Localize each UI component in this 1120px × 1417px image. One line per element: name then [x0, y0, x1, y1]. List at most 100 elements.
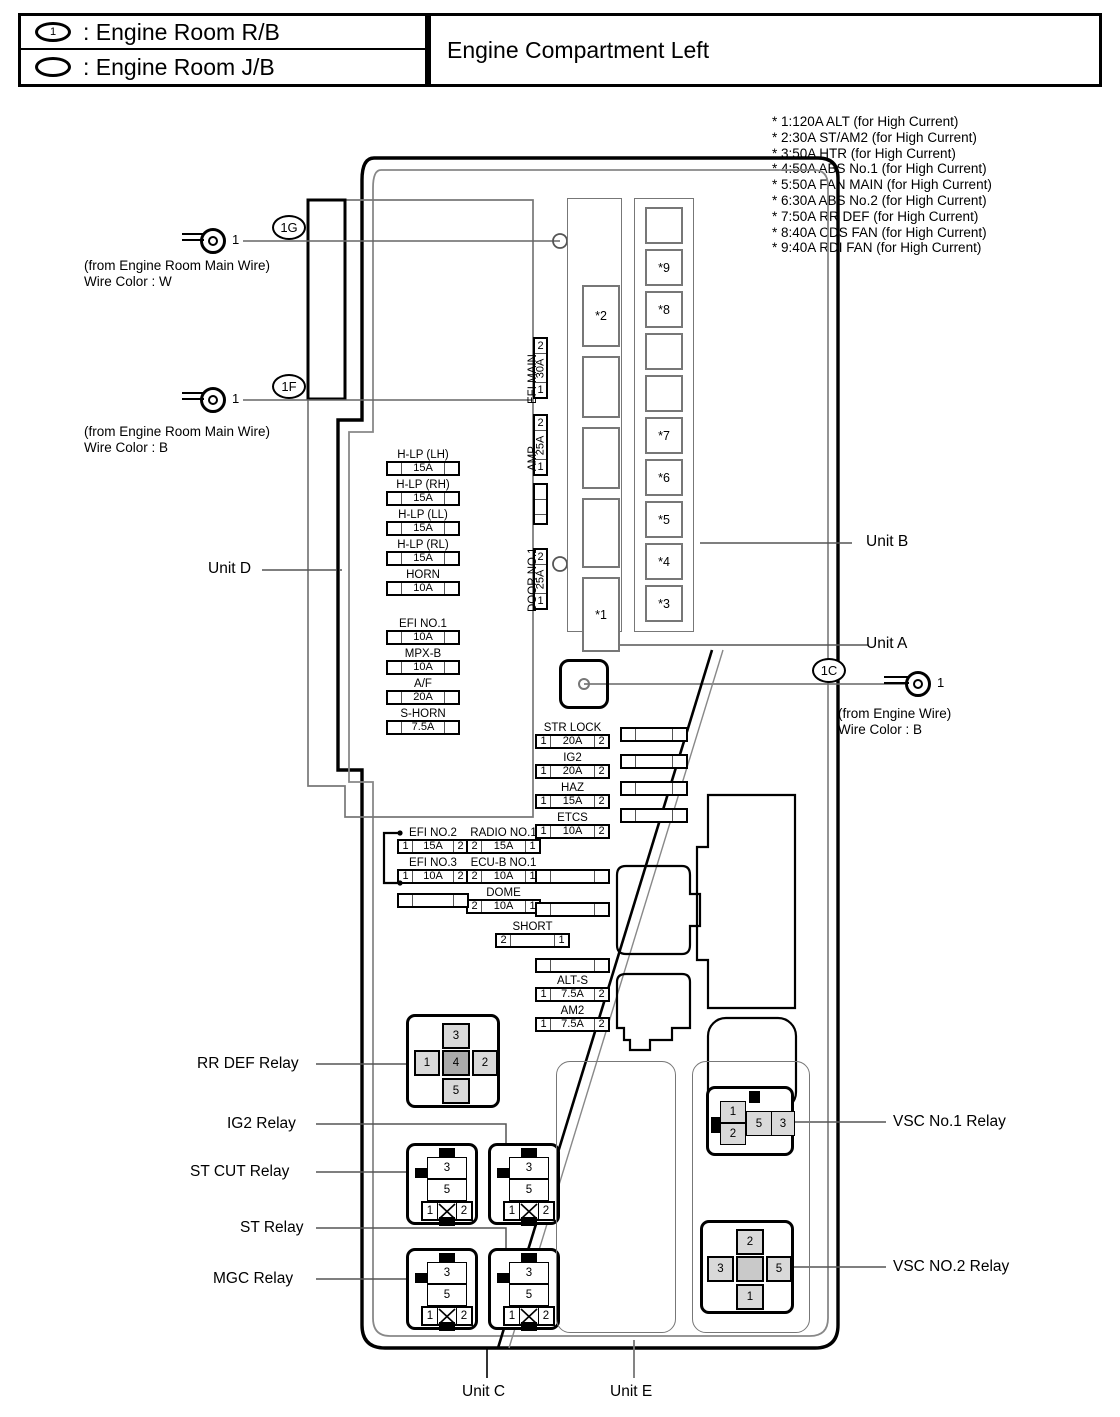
unit-b-slot[interactable]: *9: [645, 249, 683, 286]
relay-tab-bottom-icon: [439, 1322, 455, 1331]
spare-fuse-slot-alt: [535, 958, 610, 973]
spare-fuse-slot[interactable]: [620, 727, 688, 742]
fuse-terminal-right: [444, 493, 458, 504]
fuse-rating: [636, 729, 672, 740]
relay-tab-bottom-icon: [521, 1217, 537, 1226]
connector-1c-wirecolor: Wire Color : B: [838, 722, 923, 737]
spare-fuse-slot[interactable]: [620, 754, 688, 769]
center-fuse-group-col3: STR LOCK 1 20A 2 IG2 1 20A 2 HAZ 1 15A 2 ETCS 1 10A 2: [535, 722, 610, 842]
fuse-terminal-right: [444, 662, 458, 673]
fuse-terminal-left: [622, 729, 636, 740]
unit-a-slot[interactable]: [582, 498, 620, 568]
spare-fuse-slot[interactable]: [620, 808, 688, 823]
relay-vsc-no2[interactable]: 2 3 5 1: [700, 1220, 794, 1314]
spare-fuse-slot[interactable]: [620, 781, 688, 796]
spare-fuse-slot-left: [397, 893, 469, 908]
relay-pin-4: 4: [442, 1050, 470, 1076]
unit-c-label: Unit C: [462, 1383, 506, 1400]
unit-b-slot[interactable]: *7: [645, 417, 683, 454]
fuse-slot[interactable]: HORN 10A: [386, 569, 460, 596]
fuse-terminal-left: [388, 722, 402, 733]
fuse-rating: 15A: [413, 522, 433, 534]
fuse-slot[interactable]: A/F 20A: [386, 678, 460, 705]
unit-a-slot[interactable]: [582, 356, 620, 418]
fuse-slot[interactable]: STR LOCK 1 20A 2: [535, 722, 610, 749]
fuse-label: HORN: [406, 569, 440, 581]
unit-a-label: Unit A: [866, 635, 908, 652]
fuse-slot[interactable]: HAZ 1 15A 2: [535, 782, 610, 809]
unit-a-slot[interactable]: *2: [582, 285, 620, 347]
fuse-terminal-right: 1: [525, 841, 539, 852]
fuse-rating: [636, 810, 672, 821]
fuse-slot[interactable]: DOME 2 10A 1: [466, 887, 541, 914]
fuse-slot[interactable]: H-LP (LH) 15A: [386, 449, 460, 476]
fuse-slot[interactable]: ECU-B NO.1 2 10A 1: [466, 857, 541, 884]
fuse-rating: 10A: [493, 900, 514, 912]
fuse-label: H-LP (RL): [397, 539, 449, 551]
fuse-terminal-right: 2: [453, 841, 467, 852]
fuse-slot[interactable]: ALT-S 1 7.5A 2: [535, 975, 610, 1002]
relay-tab-icon: [497, 1273, 509, 1283]
fuse-label: MPX-B: [404, 648, 442, 660]
unit-a-slot-group: *2 *1: [582, 285, 620, 652]
fuse-slot[interactable]: EFI NO.1 10A: [386, 618, 460, 645]
relay-tab-top-icon: [521, 1148, 537, 1157]
unit-a-slot[interactable]: *1: [582, 577, 620, 652]
relay-st-cut[interactable]: 3 5 1 2: [406, 1143, 478, 1226]
fuse-rating: 10A: [423, 870, 443, 882]
unit-b-slot[interactable]: *6: [645, 459, 683, 496]
fuse-slot[interactable]: H-LP (LL) 15A: [386, 509, 460, 536]
fuse-rating: 20A: [413, 691, 433, 703]
relay-label-rr-def: RR DEF Relay: [197, 1055, 299, 1072]
relay-vsc-no1[interactable]: 1 2 5 3: [706, 1086, 795, 1156]
unit-b-slot[interactable]: *8: [645, 291, 683, 328]
relay-st[interactable]: 3 5 1 2: [488, 1248, 560, 1331]
relay-ig2[interactable]: 3 5 1 2: [488, 1143, 560, 1226]
relay-rr-def[interactable]: 3 1 4 2 5: [406, 1014, 500, 1108]
connector-1f-pin: 1: [232, 391, 240, 406]
relay-pin-3: 3: [509, 1262, 549, 1284]
fuse-label: H-LP (LH): [397, 449, 449, 461]
fuse-slot[interactable]: H-LP (RL) 15A: [386, 539, 460, 566]
fuse-label: ETCS: [557, 812, 588, 824]
relay-mgc[interactable]: 3 5 1 2: [406, 1248, 478, 1331]
unit-a-slot[interactable]: [582, 427, 620, 489]
fuse-slot[interactable]: H-LP (RH) 15A: [386, 479, 460, 506]
fuse-terminal-left: 2: [497, 935, 511, 946]
fuse-rating: 10A: [493, 870, 514, 882]
fuse-terminal-left: 2: [468, 901, 482, 912]
unit-b-slot[interactable]: [645, 375, 683, 412]
fuse-terminal-left: [622, 756, 636, 767]
fuse-terminal-left: [622, 810, 636, 821]
relay-label-st-cut: ST CUT Relay: [190, 1163, 290, 1180]
fuse-slot[interactable]: ETCS 1 10A 2: [535, 812, 610, 839]
unit-b-slot[interactable]: [645, 207, 683, 244]
fuse-rating: 15A: [562, 795, 583, 807]
fuse-terminal-left: [388, 463, 402, 474]
vfuse-top-term: 2: [535, 339, 546, 354]
unit-b-slot[interactable]: *3: [645, 585, 683, 622]
connector-1c-id: 1C: [812, 658, 846, 683]
fuse-rating: 15A: [493, 840, 514, 852]
fuse-terminal-right: [444, 722, 458, 733]
fuse-terminal-right: [444, 583, 458, 594]
spare-fuse-slot[interactable]: [535, 902, 610, 917]
relay-pin-3: 3: [427, 1262, 467, 1284]
connector-1c-pin: 1: [937, 675, 945, 690]
relay-tab-icon: [415, 1273, 427, 1283]
fuse-slot[interactable]: S-HORN 7.5A: [386, 708, 460, 735]
relay-pin-3: 3: [442, 1023, 470, 1049]
fuse-slot[interactable]: MPX-B 10A: [386, 648, 460, 675]
unit-b-slot[interactable]: [645, 333, 683, 370]
spare-fuse-slot[interactable]: [535, 869, 610, 884]
unit-b-slot[interactable]: *4: [645, 543, 683, 580]
fuse-terminal-left: 1: [537, 736, 551, 747]
fuse-slot[interactable]: IG2 1 20A 2: [535, 752, 610, 779]
fuse-terminal-left: [388, 692, 402, 703]
spare-fuse-column-right: [620, 727, 688, 835]
fuse-slot[interactable]: RADIO NO.1 2 15A 1: [466, 827, 541, 854]
relay-pin-1: 1: [505, 1203, 520, 1219]
unit-b-slot[interactable]: *5: [645, 501, 683, 538]
spare-fuse-slot[interactable]: [397, 893, 469, 908]
fuse-slot[interactable]: AM2 1 7.5A 2: [535, 1005, 610, 1032]
